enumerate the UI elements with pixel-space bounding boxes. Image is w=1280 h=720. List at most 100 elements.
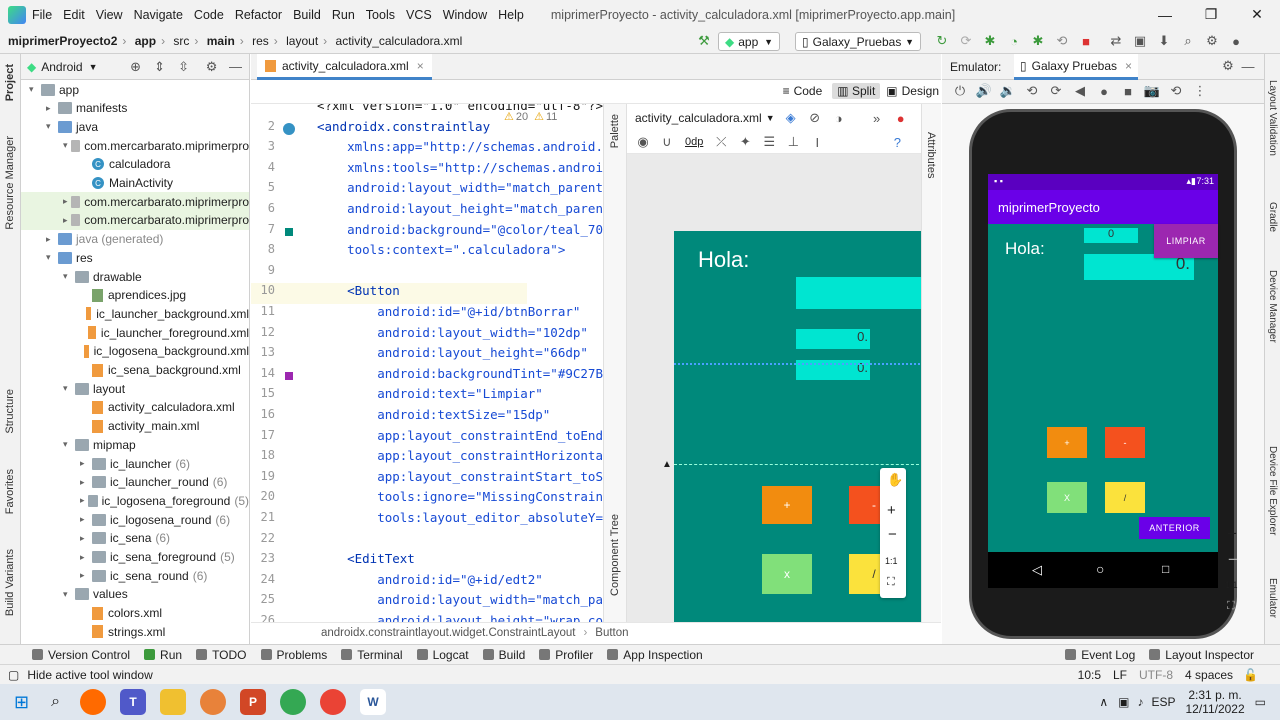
hide-icon[interactable]: —: [228, 59, 244, 75]
line-separator[interactable]: LF: [1113, 668, 1127, 682]
menu-code[interactable]: Code: [194, 8, 224, 22]
code-line[interactable]: 20 tools:ignore="MissingConstrain: [251, 489, 603, 510]
tree-item[interactable]: strings.xml: [21, 622, 249, 641]
code-line[interactable]: 11 android:id="@+id/btnBorrar": [251, 304, 581, 325]
tab-build-variants[interactable]: Build Variants: [4, 549, 16, 616]
minimize-button[interactable]: —: [1142, 0, 1188, 29]
code-line[interactable]: 19 app:layout_constraintStart_toS: [251, 469, 603, 490]
hide-icon[interactable]: —: [1240, 58, 1256, 74]
code-line[interactable]: 9: [251, 263, 527, 284]
tree-item[interactable]: aprendices.jpg: [21, 286, 249, 305]
infer-constraints-icon[interactable]: ✦: [737, 134, 753, 150]
device-manager-icon[interactable]: ▣: [1132, 33, 1148, 49]
problems-tab[interactable]: Problems: [260, 648, 327, 662]
tree-item[interactable]: ▾ values: [21, 585, 249, 604]
account-icon[interactable]: ●: [1228, 33, 1244, 49]
file-encoding[interactable]: UTF-8: [1139, 668, 1173, 682]
attach-debugger-icon[interactable]: ✱: [1030, 33, 1046, 49]
emu-zoom-actual[interactable]: 1:1: [1225, 580, 1238, 590]
default-margin[interactable]: 0dp: [685, 136, 703, 148]
tab-device-file-explorer[interactable]: Device File Explorer: [1267, 446, 1278, 535]
chrome-profile-icon[interactable]: [320, 689, 347, 715]
guidelines-icon[interactable]: Ι: [809, 134, 825, 150]
emu-zoom-out[interactable]: −: [1228, 550, 1238, 570]
class-gutter-icon[interactable]: [283, 122, 295, 135]
tab-galaxy-pruebas[interactable]: ▯ Galaxy Pruebas ×: [1014, 54, 1139, 80]
app-inspection-tab[interactable]: App Inspection: [607, 648, 703, 662]
plus-button[interactable]: +: [1047, 427, 1087, 458]
zoom-out-button[interactable]: −: [888, 526, 897, 543]
menu-build[interactable]: Build: [293, 8, 321, 22]
code-line[interactable]: 21 tools:layout_editor_absoluteY=: [251, 510, 603, 531]
tree-item[interactable]: ▸ ic_logosena_round (6): [21, 510, 249, 529]
firefox-icon[interactable]: [80, 689, 107, 715]
expand-arrow-icon[interactable]: ▸: [80, 495, 88, 506]
code-line[interactable]: 8 tools:context=".calculadora">: [251, 242, 566, 263]
tree-item[interactable]: ▸ ic_launcher (6): [21, 454, 249, 473]
terminal-tab[interactable]: Terminal: [341, 648, 403, 662]
emu-zoom-fit-icon[interactable]: ⛶: [1227, 600, 1235, 613]
tree-item[interactable]: activity_calculadora.xml: [21, 398, 249, 417]
locate-icon[interactable]: ⊕: [128, 59, 144, 75]
expand-arrow-icon[interactable]: ▸: [80, 570, 92, 581]
layout-file-select[interactable]: activity_calculadora.xml: [635, 111, 762, 125]
powerpoint-icon[interactable]: P: [240, 689, 267, 715]
close-window-button[interactable]: ✕: [1234, 0, 1280, 29]
apply-changes-icon[interactable]: ↻: [934, 33, 950, 49]
expand-arrow-icon[interactable]: ▸: [46, 103, 58, 114]
chrome-icon[interactable]: [280, 689, 307, 715]
profile-icon[interactable]: ◔: [1006, 33, 1022, 49]
tab-gradle[interactable]: Gradle: [1267, 202, 1278, 232]
tree-item[interactable]: ▾ com.mercarbarato.miprimerpro: [21, 136, 249, 155]
crumb-main[interactable]: main: [207, 34, 235, 48]
expand-arrow-icon[interactable]: ▸: [80, 477, 92, 488]
tree-item[interactable]: ▾ drawable: [21, 267, 249, 286]
app-icon[interactable]: [200, 689, 227, 715]
tab-favorites[interactable]: Favorites: [4, 469, 16, 514]
back-icon[interactable]: ◀: [1072, 83, 1088, 99]
error-icon[interactable]: ●: [893, 110, 909, 126]
tree-item[interactable]: ic_logosena_background.xml: [21, 342, 249, 361]
rotate-right-icon[interactable]: ⟳: [1048, 83, 1064, 99]
orientation-icon[interactable]: ⊘: [807, 110, 823, 126]
tree-item[interactable]: ic_launcher_foreground.xml: [21, 323, 249, 342]
expand-arrow-icon[interactable]: ▸: [80, 552, 92, 563]
layers-icon[interactable]: ◈: [783, 110, 799, 126]
tab-device-manager[interactable]: Device Manager: [1267, 270, 1278, 343]
maximize-button[interactable]: ❐: [1188, 0, 1234, 29]
color-swatch-icon[interactable]: [285, 371, 293, 380]
more-icon[interactable]: »: [869, 110, 885, 126]
expand-arrow-icon[interactable]: ▸: [63, 196, 71, 207]
eye-icon[interactable]: ◉: [635, 134, 651, 150]
expand-arrow-icon[interactable]: ▸: [80, 514, 92, 525]
gear-icon[interactable]: ⚙: [204, 59, 220, 75]
code-line[interactable]: 3 xmlns:app="http://schemas.android.: [251, 139, 603, 160]
tree-item[interactable]: ▸ manifests: [21, 99, 249, 118]
code-line[interactable]: 16 android:textSize="15dp": [251, 407, 551, 428]
menu-refactor[interactable]: Refactor: [235, 8, 282, 22]
phone-screen[interactable]: ▪ ▪ ▴▮ 7:31 miprimerProyecto Hola: 0 0. …: [988, 174, 1218, 552]
crumb-src[interactable]: src: [173, 34, 189, 48]
project-view-select[interactable]: Android: [41, 60, 82, 74]
minus-button[interactable]: -: [1105, 427, 1145, 458]
crumb-res[interactable]: res: [252, 34, 269, 48]
nav-back-icon[interactable]: ◁: [1032, 562, 1042, 578]
tray-chevron-icon[interactable]: ∧: [1099, 695, 1108, 709]
emu-zoom-in[interactable]: +: [1227, 524, 1237, 544]
expand-arrow-icon[interactable]: ▾: [46, 121, 58, 132]
sdk-manager-icon[interactable]: ⬇: [1156, 33, 1172, 49]
apply-code-changes-icon[interactable]: ⟳: [958, 33, 974, 49]
menu-vcs[interactable]: VCS: [406, 8, 432, 22]
gear-icon[interactable]: ⚙: [1220, 58, 1236, 74]
expand-arrow-icon[interactable]: ▸: [63, 215, 71, 226]
expand-arrow-icon[interactable]: ▾: [63, 439, 75, 450]
more-icon[interactable]: ⋮: [1192, 83, 1208, 99]
tab-project[interactable]: Project: [4, 64, 16, 101]
sync-gradle-icon[interactable]: ⇄: [1108, 33, 1124, 49]
design-view-button[interactable]: Design: [902, 84, 939, 98]
teams-icon[interactable]: T: [120, 689, 147, 715]
expand-all-icon[interactable]: ⇕: [152, 59, 168, 75]
tree-item[interactable]: ▾ res: [21, 248, 249, 267]
crumb-layout[interactable]: layout: [286, 34, 318, 48]
align-icon[interactable]: ⊥: [785, 134, 801, 150]
